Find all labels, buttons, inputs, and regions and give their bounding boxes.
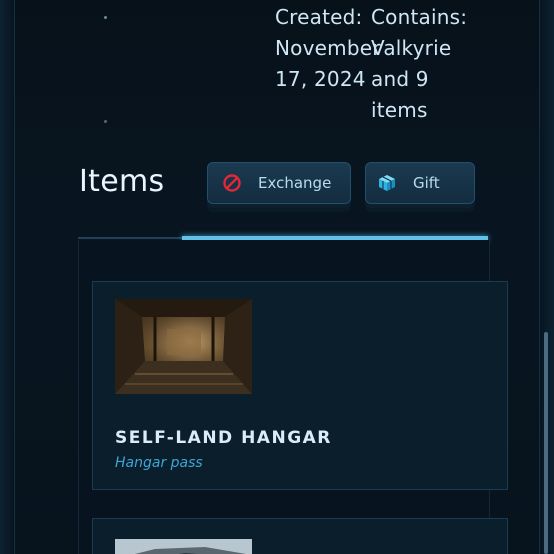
pledge-detail-panel: Created: November 17, 2024 Contains: Val…: [0, 0, 554, 554]
gift-box-icon: [377, 173, 397, 193]
list-item[interactable]: SELF-LAND HANGAR Hangar pass: [92, 281, 508, 490]
gift-label: Gift: [413, 174, 440, 192]
item-subtitle: Hangar pass: [115, 455, 203, 471]
item-name: SELF-LAND HANGAR: [115, 428, 332, 448]
scrollbar[interactable]: [544, 332, 548, 554]
decor-dot: [104, 120, 107, 123]
created-date-text: Created: November 17, 2024: [275, 5, 381, 91]
exchange-button[interactable]: Exchange: [207, 162, 351, 204]
hangar-interior-image: [115, 299, 252, 394]
items-heading: Items: [79, 164, 165, 199]
exchange-label: Exchange: [258, 174, 332, 192]
contains-text: Contains: Valkyrie and 9 items: [371, 5, 468, 122]
gift-button[interactable]: Gift: [365, 162, 475, 204]
decor-dot: [104, 16, 107, 19]
prohibited-circle-icon: [222, 173, 242, 193]
left-frame-edge: [0, 0, 15, 554]
ship-image: [115, 539, 252, 554]
list-item[interactable]: [92, 518, 508, 554]
